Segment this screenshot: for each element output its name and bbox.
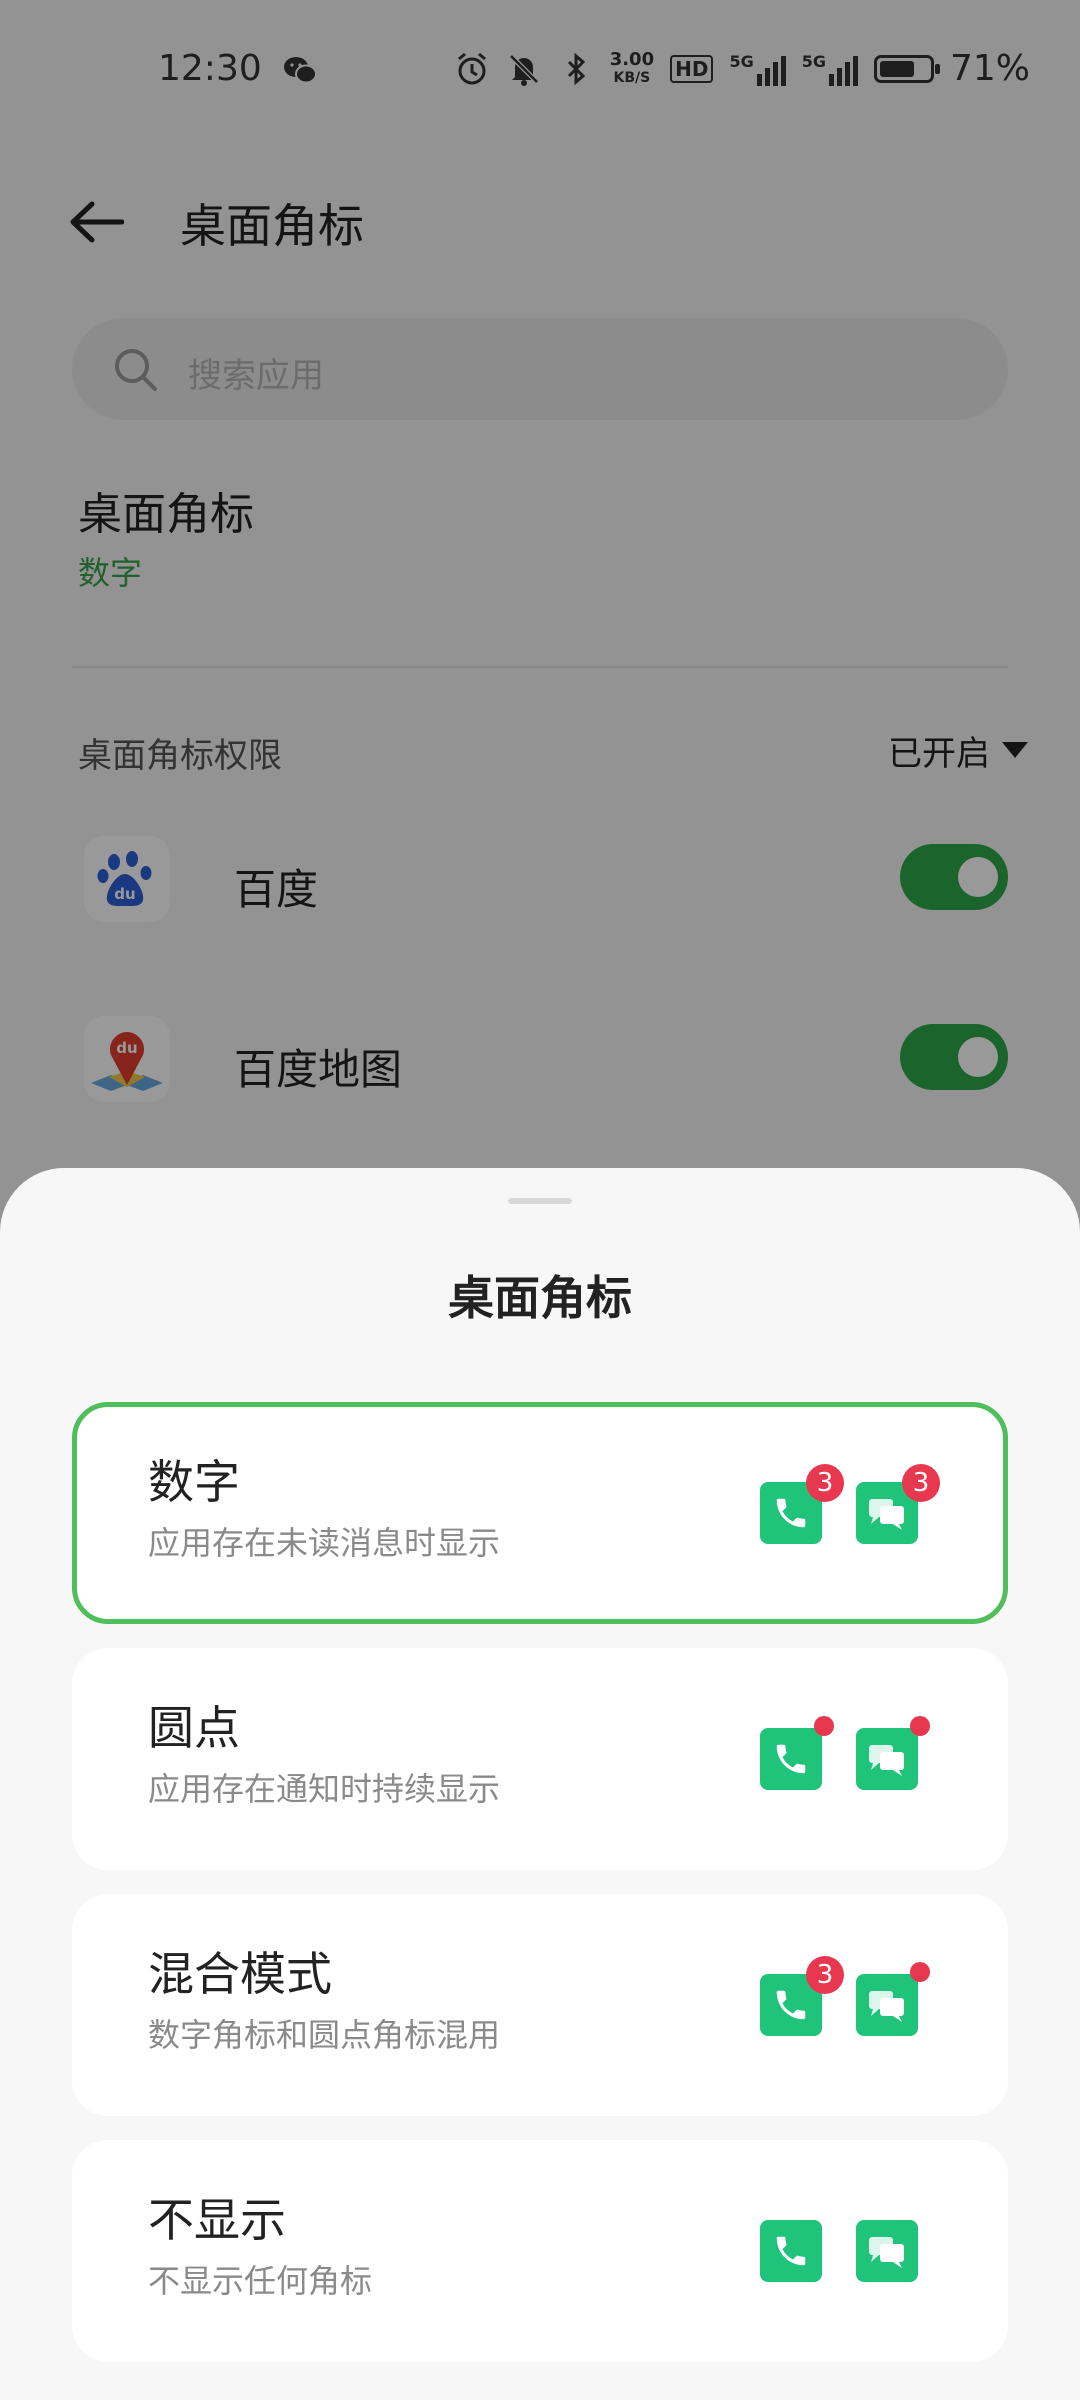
message-icon: 3 bbox=[856, 1464, 940, 1544]
message-icon bbox=[856, 2220, 918, 2282]
option-number[interactable]: 数字 应用存在未读消息时显示 3 3 bbox=[72, 1402, 1008, 1624]
phone-icon bbox=[760, 1716, 834, 1790]
badge-dot bbox=[910, 1962, 930, 1982]
option-title: 不显示 bbox=[148, 2193, 286, 2247]
phone-icon: 3 bbox=[760, 1956, 844, 2036]
option-title: 数字 bbox=[148, 1455, 240, 1509]
badge-count: 3 bbox=[806, 1956, 844, 1994]
message-icon bbox=[856, 1962, 930, 2036]
message-icon bbox=[856, 1716, 930, 1790]
option-subtitle: 应用存在未读消息时显示 bbox=[148, 1524, 501, 1562]
phone-icon bbox=[760, 2220, 822, 2282]
badge-dot bbox=[910, 1716, 930, 1736]
phone-icon: 3 bbox=[760, 1464, 844, 1544]
option-subtitle: 数字角标和圆点角标混用 bbox=[148, 2016, 501, 2054]
badge-count: 3 bbox=[902, 1464, 940, 1502]
option-title: 圆点 bbox=[148, 1701, 240, 1755]
badge-dot bbox=[814, 1716, 834, 1736]
sheet-title: 桌面角标 bbox=[448, 1271, 632, 1325]
badge-count: 3 bbox=[806, 1464, 844, 1502]
option-subtitle: 不显示任何角标 bbox=[148, 2262, 373, 2300]
option-dot[interactable]: 圆点 应用存在通知时持续显示 bbox=[72, 1648, 1008, 1870]
option-none[interactable]: 不显示 不显示任何角标 bbox=[72, 2140, 1008, 2362]
option-subtitle: 应用存在通知时持续显示 bbox=[148, 1770, 501, 1808]
drag-handle[interactable] bbox=[508, 1198, 572, 1204]
bottom-sheet: 桌面角标 数字 应用存在未读消息时显示 3 3 圆点 应用存在通知时持续显示 混… bbox=[0, 1168, 1080, 2400]
option-title: 混合模式 bbox=[148, 1947, 332, 2001]
option-mixed[interactable]: 混合模式 数字角标和圆点角标混用 3 bbox=[72, 1894, 1008, 2116]
